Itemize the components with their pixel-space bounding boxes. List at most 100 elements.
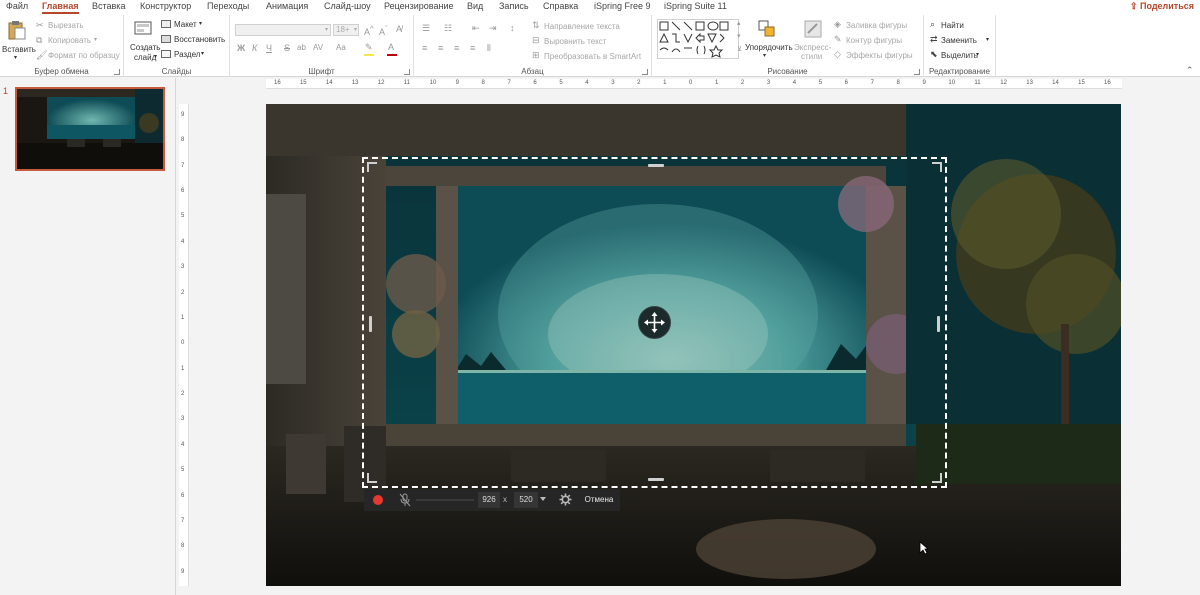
font-size-combobox[interactable]: 18+ ▾ [333,24,359,36]
tab-insert[interactable]: Вставка [92,1,125,11]
find-button[interactable]: ⌕ Найти [930,19,990,31]
tab-home[interactable]: Главная [42,1,79,14]
reset-button[interactable]: Восстановить [161,34,227,45]
tab-design[interactable]: Конструктор [140,1,191,11]
size-presets-dropdown-icon[interactable] [540,497,546,501]
justify-icon[interactable]: ≡ [470,43,475,53]
line-spacing-icon[interactable]: ↕ [510,23,515,33]
smartart-button[interactable]: ⊞ Преобразовать в SmartArt [532,50,650,62]
resize-handle-top[interactable] [648,164,664,167]
tab-view[interactable]: Вид [467,1,483,11]
ruler-tick-label: 7 [181,517,185,524]
cut-button[interactable]: ✂ Вырезать [36,20,116,31]
editing-group: ⌕ Найти ⇄ Заменить ▾ ⬉ Выделить ▾ Редакт… [924,15,996,77]
underline-button[interactable]: Ч [266,43,272,53]
text-shadow-button[interactable]: ab [297,43,306,52]
shapes-more-icon[interactable]: ⊻ [737,45,742,53]
tab-file[interactable]: Файл [6,1,28,11]
tab-ispring-free[interactable]: iSpring Free 9 [594,1,651,11]
ruler-tick-label: 2 [740,80,745,86]
record-button[interactable] [373,495,383,505]
align-right-icon[interactable]: ≡ [454,43,459,53]
font-family-combobox[interactable]: ▾ [235,24,331,36]
clipboard-launcher-icon[interactable] [114,69,120,75]
copy-button[interactable]: ⧉ Копировать ▾ [36,35,120,46]
shapes-scroll-down-icon[interactable]: ▾ [737,32,741,40]
microphone-muted-icon[interactable] [399,493,411,507]
strikethrough-button[interactable]: S [284,43,290,53]
bullets-icon[interactable]: ☰ [422,23,430,34]
tab-transitions[interactable]: Переходы [207,1,249,11]
section-label: Раздел [174,50,201,59]
ruler-tick-label: 11 [403,80,410,86]
replace-button[interactable]: ⇄ Заменить ▾ [930,34,994,46]
new-slide-button[interactable]: Создать слайд ▾ [128,18,160,64]
ruler-tick-label: 8 [181,137,185,144]
shape-effects-button[interactable]: ◇ Эффекты фигуры [834,49,922,61]
clear-formatting-icon[interactable]: A̸ [396,24,402,34]
width-input[interactable]: 926 [478,492,500,508]
numbering-icon[interactable]: ☷ [444,23,452,34]
increase-indent-icon[interactable]: ⇥ [489,23,497,34]
font-launcher-icon[interactable] [404,69,410,75]
gear-icon[interactable] [559,493,572,506]
align-text-button[interactable]: ⊟ Выровнить текст [532,35,650,47]
resize-handle-top-left[interactable] [367,162,377,172]
columns-icon[interactable]: ⫴ [487,43,491,54]
quick-styles-button[interactable]: Экспресс- стили [793,18,833,64]
select-button[interactable]: ⬉ Выделить ▾ [930,49,994,61]
grow-font-icon[interactable]: A^ [364,24,374,37]
resize-handle-left[interactable] [369,316,372,332]
align-center-icon[interactable]: ≡ [438,43,443,53]
tab-animations[interactable]: Анимация [266,1,308,11]
resize-handle-bottom[interactable] [648,478,664,481]
tab-review[interactable]: Рецензирование [384,1,454,11]
tab-record[interactable]: Запись [499,1,529,11]
shrink-font-icon[interactable]: Aˇ [379,24,388,37]
paste-button[interactable]: Вставить ▾ [2,18,36,62]
move-frame-button[interactable] [638,306,671,339]
tab-ispring-suite[interactable]: iSpring Suite 11 [664,1,727,11]
shape-fill-label: Заливка фигуры [846,21,908,30]
volume-slider[interactable] [416,499,474,501]
resize-handle-bottom-right[interactable] [932,473,942,483]
ruler-tick-label: 3 [181,264,185,271]
text-direction-button[interactable]: ⇅ Направление текста [532,20,650,32]
brush-icon: 🖌 [36,50,48,60]
paste-dropdown-icon: ▾ [14,55,18,61]
cancel-button[interactable]: Отмена [578,492,620,508]
resize-handle-right[interactable] [937,316,940,332]
tab-help[interactable]: Справка [543,1,578,11]
arrange-icon [758,20,775,37]
copy-dropdown-icon: ▾ [94,37,98,43]
ruler-tick-label: 15 [299,80,307,86]
section-icon [161,50,171,58]
arrange-button[interactable]: Упорядочить ▾ [745,18,793,64]
change-case-button[interactable]: Aa [336,43,346,52]
format-painter-button[interactable]: 🖌 Формат по образцу [36,50,120,61]
shapes-scroll-up-icon[interactable]: ▴ [737,19,741,27]
drawing-launcher-icon[interactable] [914,69,920,75]
shape-outline-button[interactable]: ✎ Контур фигуры [834,34,922,46]
share-icon: ⇪ [1129,1,1140,11]
collapse-ribbon-icon[interactable]: ⌃ [1186,65,1194,76]
height-input[interactable]: 520 [514,492,538,508]
decrease-indent-icon[interactable]: ⇤ [472,23,480,34]
highlight-icon[interactable]: ✎ [365,42,373,53]
font-color-icon[interactable]: A [388,42,394,52]
layout-button[interactable]: Макет ▾ [161,19,227,30]
section-button[interactable]: Раздел ▾ [161,49,227,60]
resize-handle-bottom-left[interactable] [367,473,377,483]
italic-button[interactable]: К [252,43,257,53]
resize-handle-top-right[interactable] [932,162,942,172]
shapes-gallery[interactable] [657,19,739,59]
new-slide-label-2: слайд [134,53,157,62]
shape-fill-button[interactable]: ◈ Заливка фигуры [834,19,922,31]
slide-thumbnail[interactable] [15,87,165,171]
paragraph-launcher-icon[interactable] [642,69,648,75]
char-spacing-button[interactable]: AV [313,43,323,52]
bold-button[interactable]: Ж [237,43,245,53]
tab-slideshow[interactable]: Слайд-шоу [324,1,371,11]
align-left-icon[interactable]: ≡ [422,43,427,53]
share-button[interactable]: ⇪ Поделиться [1130,1,1194,12]
